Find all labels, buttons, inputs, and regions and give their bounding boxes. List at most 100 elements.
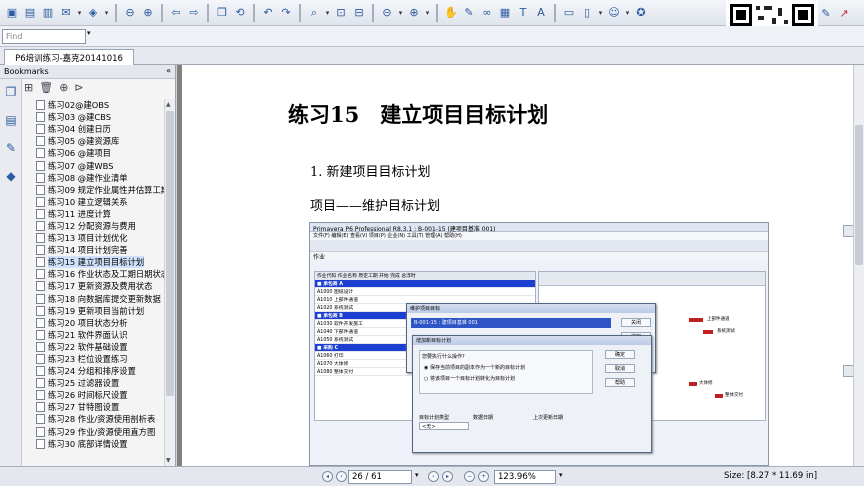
bookmark-item[interactable]: 练习23 栏位设置练习 [24, 353, 164, 365]
bookmark-item[interactable]: 练习21 软件界面认识 [24, 329, 164, 341]
view-dropdown-icon[interactable]: ▾ [597, 5, 604, 21]
find-input[interactable]: Find [2, 29, 86, 44]
baseline-item[interactable]: B-001-15 : 建项目基准 001 [411, 318, 611, 328]
bookmark-item[interactable]: 练习29 作业/资源使用直方图 [24, 426, 164, 438]
zoom-input[interactable]: 123.96% [494, 470, 556, 484]
pages-icon[interactable]: ▤ [3, 113, 19, 131]
zoom-plus-dropdown-icon[interactable]: ▾ [424, 5, 431, 21]
bookmark-item[interactable]: 练习12 分配资源与费用 [24, 220, 164, 232]
print-icon[interactable]: ▥ [40, 5, 56, 21]
zoom-dropdown-icon[interactable]: ▾ [324, 5, 331, 21]
collapse-panel-button[interactable]: « [166, 66, 171, 75]
bookmark-item[interactable]: 练习03 @建CBS [24, 111, 164, 123]
bookmarks-icon[interactable]: ❐ [3, 85, 19, 103]
next-page-button-icon[interactable]: › [428, 471, 439, 482]
scan-dropdown-icon[interactable]: ▾ [103, 5, 110, 21]
bookmark-scrollbar[interactable]: ▲ ▼ [164, 99, 175, 466]
viewer-scrollbar[interactable] [853, 65, 864, 466]
scroll-thumb[interactable] [166, 111, 174, 396]
bookmark-item[interactable]: 练习30 底部详情设置 [24, 438, 164, 450]
bookmark-item[interactable]: 练习26 时间标尺设置 [24, 389, 164, 401]
two-page-icon[interactable]: ▯ [579, 5, 595, 21]
zoom-in-status-icon[interactable]: + [478, 471, 489, 482]
delete-bookmark-icon[interactable]: 🗑 [39, 81, 53, 97]
page-number-input[interactable]: 26 / 61 [348, 470, 412, 484]
prev-page-icon[interactable]: ⊖ [122, 5, 138, 21]
bookmark-item[interactable]: 练习10 建立逻辑关系 [24, 196, 164, 208]
option-convert[interactable]: ○ 将该项目一个目标计划转化为目标计划 [420, 373, 592, 384]
fit-page-icon[interactable]: ⊡ [333, 5, 349, 21]
annotations-icon[interactable]: ✎ [3, 141, 19, 159]
page-dropdown-icon[interactable]: ▾ [415, 471, 419, 479]
scroll-up-icon[interactable]: ▲ [166, 101, 171, 108]
zoom-dropdown-status-icon[interactable]: ▾ [559, 471, 563, 479]
add-child-bookmark-icon[interactable]: ⊳ [74, 81, 83, 97]
bookmark-item[interactable]: 练习11 进度计算 [24, 208, 164, 220]
scroll-down-icon[interactable]: ▼ [166, 457, 171, 464]
forward-icon[interactable]: ⇨ [186, 5, 202, 21]
ok-button[interactable]: 确定 [605, 350, 635, 359]
bookmark-item[interactable]: 练习18 向数据库提交更新数据 [24, 293, 164, 305]
undo-icon[interactable]: ↶ [260, 5, 276, 21]
user-dropdown-icon[interactable]: ▾ [624, 5, 631, 21]
bookmark-item[interactable]: 练习04 创建日历 [24, 123, 164, 135]
find-dropdown-icon[interactable]: ▾ [87, 29, 91, 37]
hand-tool-icon[interactable]: ✋ [443, 5, 459, 21]
bookmark-item[interactable]: 练习16 作业状态及工期日期状态 [24, 268, 164, 280]
help-button[interactable]: 帮助 [605, 378, 635, 387]
page-rotate-icon[interactable]: ⟲ [232, 5, 248, 21]
bookmark-item[interactable]: 练习06 @建项目 [24, 147, 164, 159]
save-icon[interactable]: ▤ [22, 5, 38, 21]
single-page-icon[interactable]: ▭ [561, 5, 577, 21]
bookmark-item[interactable]: 练习17 更新资源及费用状态 [24, 280, 164, 292]
bookmark-item[interactable]: 练习25 过滤器设置 [24, 377, 164, 389]
next-page-icon[interactable]: ⊕ [140, 5, 156, 21]
email-dropdown-icon[interactable]: ▾ [76, 5, 83, 21]
redo-icon[interactable]: ↷ [278, 5, 294, 21]
page-copy-icon[interactable]: ❐ [214, 5, 230, 21]
zoom-in-icon[interactable]: ⌕ [306, 5, 322, 21]
last-page-icon[interactable]: ▸ [442, 471, 453, 482]
bookmark-item[interactable]: 练习28 作业/资源使用剖析表 [24, 413, 164, 425]
open-icon[interactable]: ▣ [4, 5, 20, 21]
highlight-icon[interactable]: ✎ [461, 5, 477, 21]
fit-width-icon[interactable]: ⊟ [351, 5, 367, 21]
first-page-icon[interactable]: ◂ [322, 471, 333, 482]
bookmark-item[interactable]: 练习05 @建资源库 [24, 135, 164, 147]
zoom-out-status-icon[interactable]: − [464, 471, 475, 482]
image-icon[interactable]: ▦ [497, 5, 513, 21]
bookmark-item[interactable]: 练习24 分组和排序设置 [24, 365, 164, 377]
layers-icon[interactable]: ◆ [3, 169, 19, 187]
baseline-type-select[interactable]: <无> [419, 422, 469, 430]
bookmark-item[interactable]: 练习07 @建WBS [24, 159, 164, 171]
prev-page-button-icon[interactable]: ‹ [336, 471, 347, 482]
user-icon[interactable]: ☺ [606, 5, 622, 21]
close-button[interactable]: 关闭 [621, 318, 651, 327]
close-icon[interactable]: ↗ [836, 5, 852, 21]
bookmark-item[interactable]: 练习27 甘特图设置 [24, 401, 164, 413]
add-bookmark-icon[interactable]: ⊕ [59, 81, 68, 97]
cancel-button[interactable]: 取消 [605, 364, 635, 373]
option-save-copy[interactable]: ◉ 保存当前项目的副本作为一个新的目标计划 [420, 362, 592, 373]
bookmark-item[interactable]: 练习08 @建作业清单 [24, 172, 164, 184]
email-icon[interactable]: ✉ [58, 5, 74, 21]
stamp-icon[interactable]: ✪ [633, 5, 649, 21]
binoculars-icon[interactable]: ∞ [479, 5, 495, 21]
bookmark-item[interactable]: 练习20 项目状态分析 [24, 317, 164, 329]
viewer-scroll-thumb[interactable] [855, 125, 863, 265]
zoom-plus-icon[interactable]: ⊕ [406, 5, 422, 21]
scan-icon[interactable]: ◈ [85, 5, 101, 21]
bookmark-item[interactable]: 练习14 项目计划完善 [24, 244, 164, 256]
share-icon[interactable]: ✎ [818, 5, 834, 21]
back-icon[interactable]: ⇦ [168, 5, 184, 21]
bookmark-item[interactable]: 练习13 项目计划优化 [24, 232, 164, 244]
zoom-out-dropdown-icon[interactable]: ▾ [397, 5, 404, 21]
bookmark-item[interactable]: 练习15 建立项目目标计划 [24, 256, 164, 269]
bookmark-item[interactable]: 练习09 规定作业属性并估算工期 [24, 184, 164, 196]
bookmark-item[interactable]: 练习02@建OBS [24, 99, 164, 111]
text-select-icon[interactable]: T [515, 5, 531, 21]
bookmark-item[interactable]: 练习19 更新项目当前计划 [24, 305, 164, 317]
expand-bookmark-icon[interactable]: ⊞ [24, 81, 33, 97]
text-icon[interactable]: A [533, 5, 549, 21]
bookmark-item[interactable]: 练习22 软件基础设置 [24, 341, 164, 353]
